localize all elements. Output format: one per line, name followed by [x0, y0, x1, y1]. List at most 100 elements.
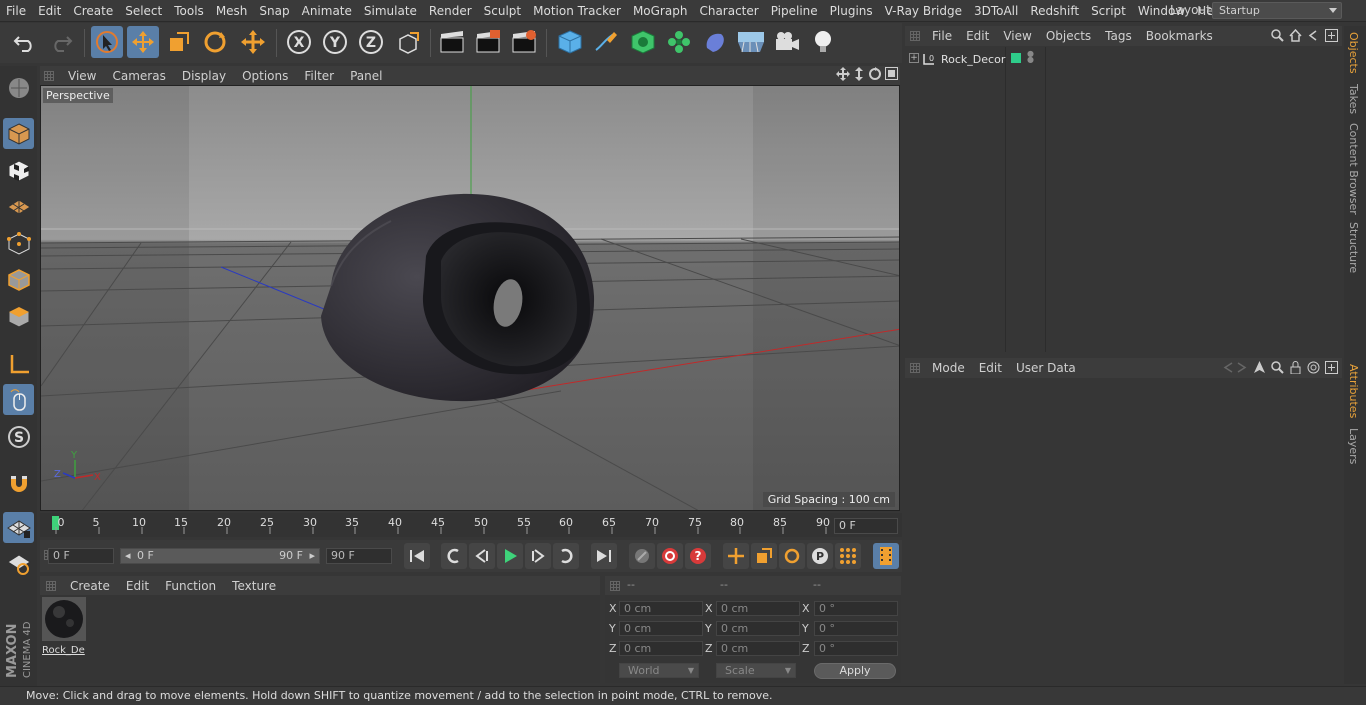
attr-menu-mode[interactable]: Mode — [925, 361, 972, 375]
pan-view-icon[interactable] — [836, 67, 850, 81]
workplane-rotate-button[interactable] — [3, 548, 34, 579]
menu-simulate[interactable]: Simulate — [358, 0, 423, 22]
key-rotation-button[interactable] — [779, 543, 805, 569]
rotation-p-field[interactable]: 0 ° — [814, 621, 898, 636]
menu-sculpt[interactable]: Sculpt — [478, 0, 527, 22]
previous-key-button[interactable] — [441, 543, 467, 569]
light-button[interactable] — [807, 26, 839, 58]
menu-mesh[interactable]: Mesh — [210, 0, 254, 22]
edges-mode-button[interactable] — [3, 264, 34, 295]
rotate-view-icon[interactable] — [868, 67, 882, 81]
expand-plus-icon[interactable]: + — [909, 53, 919, 63]
size-y-field[interactable]: 0 cm — [716, 621, 800, 636]
coordinate-system-button[interactable] — [393, 26, 425, 58]
preview-range-slider[interactable]: ◂ 0 F 90 F ▸ — [120, 548, 320, 564]
menu-mograph[interactable]: MoGraph — [627, 0, 694, 22]
dolly-view-icon[interactable] — [853, 67, 865, 81]
menu-redshift[interactable]: Redshift — [1024, 0, 1085, 22]
menu-pipeline[interactable]: Pipeline — [765, 0, 824, 22]
menu-motion-tracker[interactable]: Motion Tracker — [527, 0, 627, 22]
cursor-icon[interactable] — [1253, 361, 1266, 374]
record-active-objects-button[interactable] — [629, 543, 655, 569]
menu-script[interactable]: Script — [1085, 0, 1132, 22]
new-panel-icon[interactable] — [1325, 361, 1338, 374]
menu-3dtoall[interactable]: 3DToAll — [968, 0, 1024, 22]
x-axis-lock-button[interactable]: X — [283, 26, 315, 58]
solo-button[interactable]: S — [3, 421, 34, 452]
rotate-tool-button[interactable] — [199, 26, 231, 58]
render-view-button[interactable] — [436, 26, 468, 58]
y-axis-lock-button[interactable]: Y — [319, 26, 351, 58]
menu-select[interactable]: Select — [119, 0, 168, 22]
material-menu-texture[interactable]: Texture — [224, 579, 284, 593]
material-menu-create[interactable]: Create — [62, 579, 118, 593]
lock-icon[interactable] — [1289, 361, 1302, 374]
axis-mode-button[interactable] — [3, 348, 34, 379]
undo-button[interactable] — [9, 26, 41, 58]
menu-edit[interactable]: Edit — [32, 0, 67, 22]
object-menu-view[interactable]: View — [996, 29, 1038, 43]
tab-layers[interactable]: Layers — [1347, 428, 1360, 464]
toggle-views-icon[interactable] — [885, 67, 898, 80]
cube-object-button[interactable] — [554, 26, 586, 58]
material-menu-function[interactable]: Function — [157, 579, 224, 593]
material-menu-edit[interactable]: Edit — [118, 579, 157, 593]
key-position-button[interactable] — [723, 543, 749, 569]
position-x-field[interactable]: 0 cm — [619, 601, 703, 616]
make-editable-button[interactable] — [3, 72, 34, 103]
attr-menu-edit[interactable]: Edit — [972, 361, 1009, 375]
previous-frame-button[interactable] — [469, 543, 495, 569]
menu-tools[interactable]: Tools — [168, 0, 210, 22]
tab-takes[interactable]: Takes — [1347, 84, 1360, 114]
back-icon[interactable] — [1307, 29, 1320, 42]
go-to-end-button[interactable] — [591, 543, 617, 569]
workplane-lock-button[interactable] — [3, 512, 34, 543]
tab-content-browser[interactable]: Content Browser — [1347, 123, 1360, 215]
menu-snap[interactable]: Snap — [253, 0, 295, 22]
key-scale-button[interactable] — [751, 543, 777, 569]
snap-button[interactable] — [3, 468, 34, 499]
menu-render[interactable]: Render — [423, 0, 478, 22]
key-parameter-button[interactable]: P — [807, 543, 833, 569]
points-mode-button[interactable] — [3, 228, 34, 259]
go-to-start-button[interactable] — [404, 543, 430, 569]
search-icon[interactable] — [1271, 361, 1284, 374]
apply-button[interactable]: Apply — [814, 663, 896, 679]
autokeying-button[interactable] — [657, 543, 683, 569]
texture-mode-button[interactable] — [3, 155, 34, 186]
position-z-field[interactable]: 0 cm — [619, 641, 703, 656]
cloner-button[interactable] — [663, 26, 695, 58]
workplane-mode-button[interactable] — [3, 191, 34, 222]
next-frame-button[interactable] — [525, 543, 551, 569]
visibility-dots-icon[interactable]: ● ● — [1027, 50, 1034, 64]
current-frame-field[interactable]: 0 F — [834, 518, 898, 534]
size-mode-dropdown[interactable]: Scale ▼ — [716, 663, 796, 678]
subdivision-surface-button[interactable] — [627, 26, 659, 58]
live-selection-button[interactable] — [91, 26, 123, 58]
target-icon[interactable] — [1307, 361, 1320, 374]
pen-spline-button[interactable] — [590, 26, 622, 58]
viewport-menu-filter[interactable]: Filter — [296, 69, 342, 83]
position-y-field[interactable]: 0 cm — [619, 621, 703, 636]
timeline-window-button[interactable] — [873, 543, 899, 569]
menu-animate[interactable]: Animate — [296, 0, 358, 22]
z-axis-lock-button[interactable]: Z — [355, 26, 387, 58]
floor-button[interactable] — [735, 26, 767, 58]
attr-menu-user-data[interactable]: User Data — [1009, 361, 1083, 375]
history-arrows-icon[interactable] — [1222, 361, 1248, 374]
viewport-menu-view[interactable]: View — [60, 69, 104, 83]
rotation-h-field[interactable]: 0 ° — [814, 601, 898, 616]
object-row-rock-decor[interactable]: + 0 Rock_Decor ● ● — [905, 50, 1342, 69]
object-menu-file[interactable]: File — [925, 29, 959, 43]
menu-plugins[interactable]: Plugins — [824, 0, 879, 22]
menu-character[interactable]: Character — [693, 0, 764, 22]
tab-structure[interactable]: Structure — [1347, 222, 1360, 273]
viewport-menu-display[interactable]: Display — [174, 69, 234, 83]
model-mode-button[interactable] — [3, 118, 34, 149]
object-menu-edit[interactable]: Edit — [959, 29, 996, 43]
object-menu-bookmarks[interactable]: Bookmarks — [1139, 29, 1220, 43]
object-menu-objects[interactable]: Objects — [1039, 29, 1098, 43]
3d-viewport[interactable]: Y X Z Perspective Grid Spacing : 100 cm — [40, 85, 900, 511]
key-pla-button[interactable] — [835, 543, 861, 569]
min-time-field[interactable]: 0 F — [48, 548, 114, 564]
